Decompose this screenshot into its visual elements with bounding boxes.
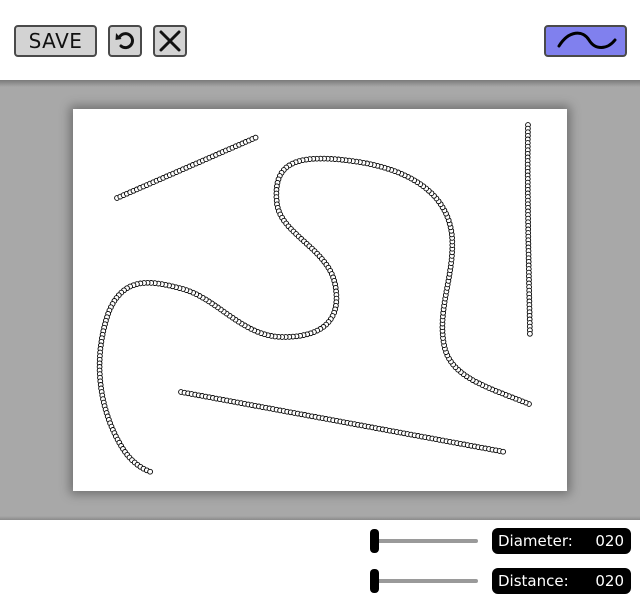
diameter-readout: Diameter: 020 [492, 528, 631, 554]
drawing-canvas[interactable] [73, 109, 567, 491]
distance-slider-handle[interactable] [370, 569, 379, 593]
distance-slider-track[interactable] [372, 579, 478, 583]
diameter-slider-track[interactable] [372, 539, 478, 543]
close-icon [158, 29, 182, 53]
distance-label: Distance: [498, 572, 569, 590]
stroke-bead [500, 448, 506, 455]
diameter-label: Diameter: [498, 532, 573, 550]
workspace [0, 80, 640, 520]
diameter-slider-handle[interactable] [370, 529, 379, 553]
stroke-bead [147, 468, 153, 475]
distance-control: Distance: 020 [368, 568, 632, 594]
distance-value: 020 [595, 572, 624, 590]
strokes-layer [96, 122, 533, 475]
stroke-mode-button[interactable] [544, 25, 627, 57]
stroke-bead [252, 134, 259, 141]
distance-readout: Distance: 020 [492, 568, 631, 594]
save-button[interactable]: SAVE [14, 25, 97, 57]
undo-button[interactable] [108, 25, 142, 57]
diameter-control: Diameter: 020 [368, 528, 632, 554]
close-button[interactable] [153, 25, 187, 57]
toolbar: SAVE [0, 0, 640, 80]
wave-icon [553, 28, 619, 54]
diameter-value: 020 [595, 532, 624, 550]
undo-icon [113, 29, 137, 53]
stroke-bead [527, 330, 533, 337]
